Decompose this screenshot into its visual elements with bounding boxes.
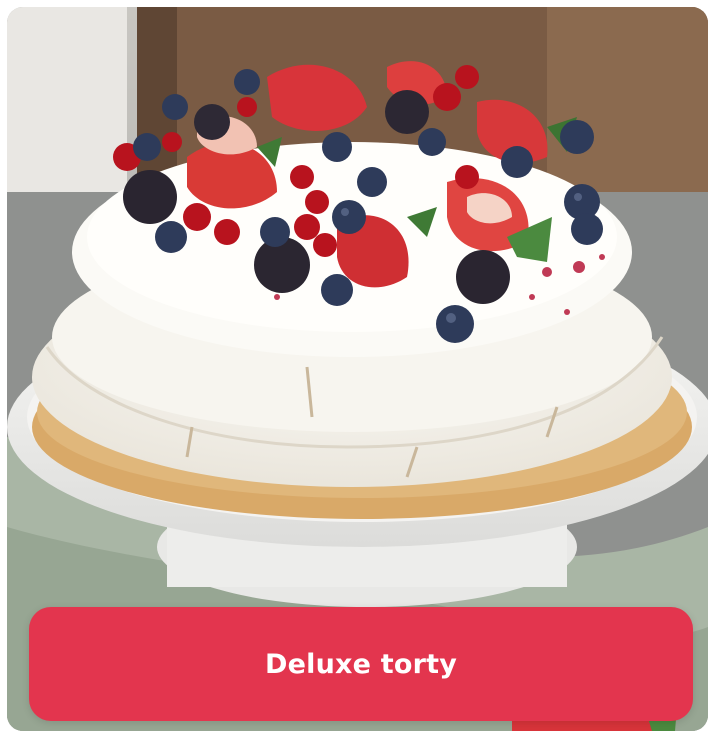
deluxe-cakes-button[interactable]: Deluxe torty: [29, 607, 693, 721]
category-card[interactable]: Deluxe torty: [7, 7, 708, 731]
